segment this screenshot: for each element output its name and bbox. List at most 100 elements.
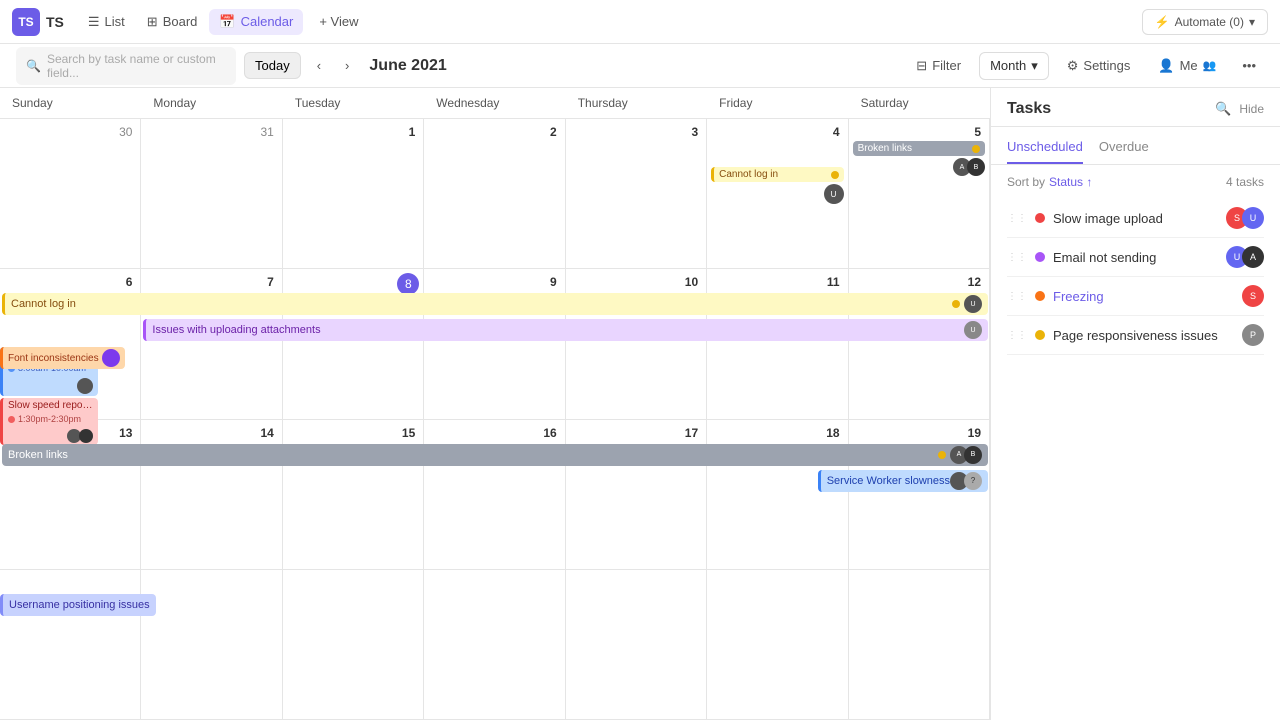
tasks-title: Tasks (1007, 100, 1215, 118)
next-month-button[interactable]: › (337, 53, 357, 78)
list-icon: ☰ (88, 14, 100, 30)
cell-may31: 31 (141, 119, 282, 268)
event-avatars: A B (950, 446, 982, 464)
cell-jun13: 13 (0, 420, 141, 569)
cell-jun11: 11 (707, 269, 848, 418)
month-button[interactable]: Month ▾ (979, 52, 1049, 80)
filter-icon: ⊟ (916, 58, 927, 74)
tab-list[interactable]: ☰ List (78, 9, 135, 35)
sort-field-label: Status (1049, 175, 1083, 189)
event-avatar (102, 349, 120, 367)
date-jun4: 4 (711, 123, 843, 141)
cell-jun9: 9 (424, 269, 565, 418)
search-placeholder: Search by task name or custom field... (47, 52, 226, 80)
app-name: TS (46, 14, 64, 30)
calendar-area: Sunday Monday Tuesday Wednesday Thursday… (0, 88, 990, 720)
date-jun22 (287, 574, 419, 578)
date-jun23 (428, 574, 560, 578)
event-label: Broken links (858, 143, 912, 154)
cell-jun18: 18 (707, 420, 848, 569)
more-button[interactable]: ••• (1234, 53, 1264, 78)
automate-chevron: ▾ (1249, 15, 1255, 29)
event-avatars: ? (950, 472, 982, 490)
tasks-list: ⋮⋮ Slow image upload S U ⋮⋮ Email not se… (991, 199, 1280, 720)
top-nav: TS TS ☰ List ⊞ Board 📅 Calendar + View ⚡… (0, 0, 1280, 44)
event-username-positioning[interactable]: Username positioning issues (0, 594, 156, 616)
date-may30: 30 (4, 123, 136, 141)
task-status-dot-1 (1035, 213, 1045, 223)
task-item-2[interactable]: ⋮⋮ Email not sending U A (1007, 238, 1264, 277)
date-jun17: 17 (570, 424, 702, 442)
date-jun20 (4, 574, 136, 578)
calendar-row-1: 30 31 1 2 3 4 Cannot log in U 5 (0, 119, 990, 269)
task-item-1[interactable]: ⋮⋮ Slow image upload S U (1007, 199, 1264, 238)
search-box[interactable]: 🔍 Search by task name or custom field... (16, 47, 236, 85)
calendar-title: June 2021 (369, 57, 446, 75)
day-header-thu: Thursday (566, 88, 707, 118)
event-label: Slow speed repo… (8, 400, 93, 411)
event-font-inconsistencies[interactable]: Font inconsistencies (0, 347, 125, 369)
date-jun3: 3 (570, 123, 702, 141)
tasks-tab-overdue[interactable]: Overdue (1099, 135, 1149, 164)
event-cannot-log-in-fri[interactable]: Cannot log in (711, 167, 843, 182)
task-status-dot-3 (1035, 291, 1045, 301)
me-button[interactable]: 👤 Me 👥 (1148, 53, 1226, 79)
event-service-worker[interactable]: Service Worker slowness ? (818, 470, 988, 492)
date-jun19: 19 (853, 424, 985, 442)
date-jun12: 12 (853, 273, 985, 291)
task-item-4[interactable]: ⋮⋮ Page responsiveness issues P (1007, 316, 1264, 355)
day-header-tue: Tuesday (283, 88, 424, 118)
task-status-dot-4 (1035, 330, 1045, 340)
date-jun16: 16 (428, 424, 560, 442)
tasks-tab-unscheduled[interactable]: Unscheduled (1007, 135, 1083, 164)
task-avatar-3: S (1242, 285, 1264, 307)
event-broken-links-row3[interactable]: Broken links A B (2, 444, 988, 466)
task-item-3[interactable]: ⋮⋮ Freezing S (1007, 277, 1264, 316)
cell-jun8: 8 (283, 269, 424, 418)
drag-handle: ⋮⋮ (1007, 213, 1027, 224)
calendar-row-4: Broken links Username positioning issues (0, 570, 990, 720)
tasks-panel: Tasks 🔍 Hide Unscheduled Overdue Sort by… (990, 88, 1280, 720)
cell-jun15: 15 (283, 420, 424, 569)
event-avatar-2: B (967, 158, 985, 176)
cell-jun3: 3 (566, 119, 707, 268)
tasks-sort: Sort by Status ↑ 4 tasks (991, 165, 1280, 199)
date-jun7: 7 (145, 273, 277, 291)
today-button[interactable]: Today (244, 52, 301, 79)
calendar-row-2: 6 7 8 9 10 11 12 Cannot log in U (0, 269, 990, 419)
tasks-tabs: Unscheduled Overdue (991, 127, 1280, 165)
settings-button[interactable]: ⚙ Settings (1057, 53, 1141, 79)
date-jun26 (853, 574, 985, 578)
tab-board[interactable]: ⊞ Board (137, 9, 208, 35)
tasks-search-icon[interactable]: 🔍 (1215, 101, 1231, 117)
date-jun9: 9 (428, 273, 560, 291)
tab-calendar[interactable]: 📅 Calendar (209, 9, 303, 35)
cell-jun26 (849, 570, 990, 719)
month-label: Month (990, 58, 1026, 73)
event-flag (938, 451, 946, 459)
cell-jun14: 14 (141, 420, 282, 569)
sort-status-button[interactable]: Status ↑ (1049, 175, 1092, 189)
automate-button[interactable]: ⚡ Automate (0) ▾ (1142, 9, 1268, 35)
event-label: Font inconsistencies (8, 353, 99, 364)
day-header-fri: Friday (707, 88, 848, 118)
me-label: Me (1180, 58, 1198, 73)
drag-handle: ⋮⋮ (1007, 291, 1027, 302)
filter-label: Filter (932, 58, 961, 73)
date-jun13: 13 (4, 424, 136, 442)
cell-jun20 (0, 570, 141, 719)
task-avatar-2b: A (1242, 246, 1264, 268)
cell-jun19: 19 (849, 420, 990, 569)
date-jun14: 14 (145, 424, 277, 442)
event-broken-links-row1[interactable]: Broken links (853, 141, 985, 156)
tasks-hide-button[interactable]: Hide (1239, 102, 1264, 116)
prev-month-button[interactable]: ‹ (309, 53, 329, 78)
automate-icon: ⚡ (1155, 15, 1170, 29)
cell-jun23 (424, 570, 565, 719)
cell-jun5: 5 Broken links A B (849, 119, 990, 268)
day-headers: Sunday Monday Tuesday Wednesday Thursday… (0, 88, 990, 119)
filter-button[interactable]: ⊟ Filter (906, 53, 971, 79)
app-icon: TS (12, 8, 40, 36)
add-view-button[interactable]: + View (309, 9, 368, 34)
date-jun5: 5 (853, 123, 985, 141)
